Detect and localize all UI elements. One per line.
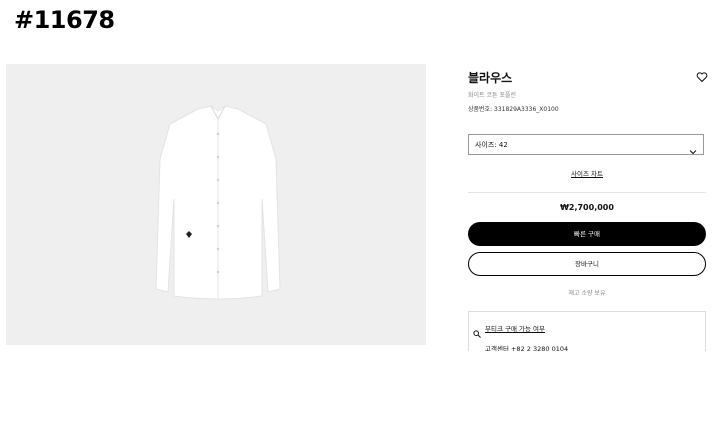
quick-buy-button[interactable]: 빠른 구매 xyxy=(468,222,706,246)
size-label: 사이즈: 42 xyxy=(475,141,508,149)
stock-note: 재고 소량 보유 xyxy=(568,290,606,297)
product-title: 블라우스 xyxy=(468,71,513,85)
product-image xyxy=(6,64,426,345)
product-reference: 상품번호: 331829A3336_X0100 xyxy=(468,106,559,113)
size-guide-link[interactable]: 사이즈 차트 xyxy=(468,168,706,178)
add-to-cart-button[interactable]: 장바구니 xyxy=(468,252,706,276)
post-number: #11678 xyxy=(14,6,115,34)
price: ₩2,700,000 xyxy=(560,203,614,212)
phone-icon xyxy=(473,343,481,351)
heart-icon[interactable] xyxy=(696,68,708,83)
chevron-down-icon xyxy=(689,141,697,160)
shirt-illustration xyxy=(155,105,281,300)
customer-center: 고객센터 +82 2 3280 0104 xyxy=(485,345,569,351)
size-select[interactable]: 사이즈: 42 xyxy=(468,134,704,155)
divider xyxy=(468,192,706,193)
product-subtitle: 화이트 코튼 포플린 xyxy=(468,92,516,99)
boutique-info-box: 부티크 구매 가능 여부 고객센터 +82 2 3280 0104 xyxy=(468,311,706,351)
boutique-availability-link[interactable]: 부티크 구매 가능 여부 xyxy=(485,323,545,333)
search-icon xyxy=(473,323,481,342)
